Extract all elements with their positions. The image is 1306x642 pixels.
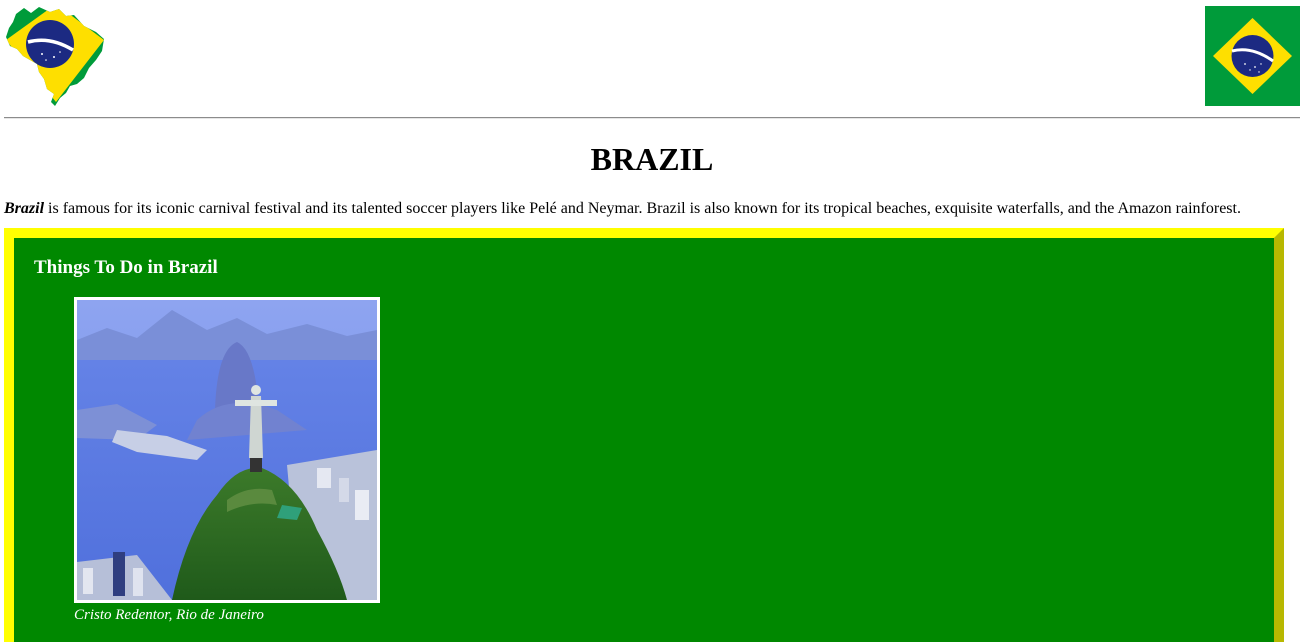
photo-caption: Cristo Redentor, Rio de Janeiro [74, 607, 264, 623]
header [4, 6, 1300, 106]
intro-text: is famous for its iconic carnival festiv… [44, 200, 1241, 217]
intro-lead: Brazil [4, 200, 45, 217]
intro-paragraph: Brazil is famous for its iconic carnival… [4, 198, 1300, 220]
section-title: Things To Do in Brazil [34, 257, 218, 278]
page-title: BRAZIL [590, 141, 714, 177]
brazil-map-flag-icon [6, 7, 104, 106]
christ-the-redeemer-photo [74, 297, 380, 603]
activity-item: Cristo Redentor, Rio de Janeiro [74, 297, 380, 624]
page: BRAZIL Brazil is famous for its iconic c… [0, 0, 1306, 642]
things-to-do-section: Things To Do in Brazil Cristo Redentor, … [4, 228, 1284, 642]
brazil-flag-icon [1205, 6, 1300, 106]
divider [4, 117, 1300, 119]
